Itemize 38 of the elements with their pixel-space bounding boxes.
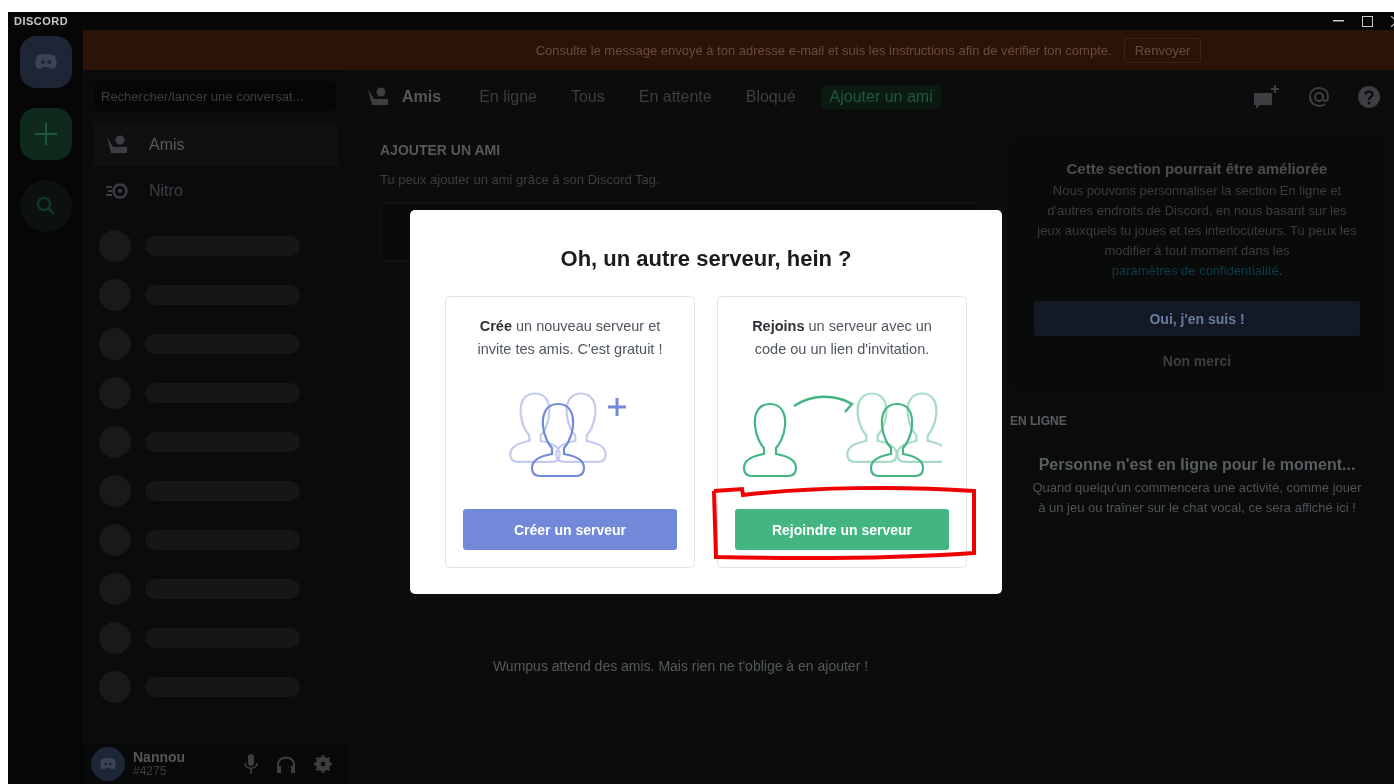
option-description: Rejoins un serveur avec un code ou un lien d'invitation. (751, 317, 933, 359)
user-avatar[interactable] (91, 747, 125, 781)
option-description: Crée un nouveau serveur et invite tes amis. C'est gratuit ! (476, 317, 664, 359)
friends-icon (366, 86, 390, 107)
page-title: Amis (402, 87, 442, 106)
minimize-icon[interactable] (1333, 20, 1344, 22)
search-field[interactable]: Rechercher/lancer une conversat... (95, 81, 336, 111)
plus-icon (34, 123, 57, 145)
home-button[interactable] (19, 36, 72, 88)
friends-icon (105, 135, 129, 155)
create-server-button[interactable]: Créer un serveur (463, 509, 677, 550)
resend-button[interactable]: Renvoyer (1123, 37, 1202, 63)
help-icon[interactable] (1358, 85, 1380, 108)
settings-icon[interactable] (314, 755, 332, 773)
dialog-title: Oh, un autre serveur, hein ? (560, 246, 852, 272)
microphone-icon[interactable] (244, 754, 258, 774)
join-server-button[interactable]: Rejoindre un serveur (735, 509, 949, 550)
card-title: Cette section pourrait être améliorée (1066, 160, 1328, 177)
card-text: Quand quelqu'un commencera une activité, comme jouer à un jeu ou traîner sur le chat vocal, ce sera affiché ici ! (1031, 479, 1363, 517)
tab[interactable]: Ajouter un ami (821, 84, 941, 109)
card-title: Personne n'est en ligne pour le moment... (1038, 456, 1356, 474)
new-group-chat-icon[interactable] (1254, 84, 1280, 109)
user-tag: #4275 (133, 765, 236, 779)
add-server-button[interactable] (19, 108, 72, 160)
section-heading: EN LIGNE (1010, 414, 1068, 428)
empty-state-text: Wumpus attend des amis. Mais rien ne t'oblige à en ajouter ! (491, 658, 870, 674)
privacy-settings-link[interactable]: paramètres de confidentialité (1111, 263, 1279, 278)
sidebar-item[interactable]: Amis (93, 124, 338, 166)
app-logo-text: DISCORD (14, 15, 69, 27)
verification-message: Consulte le message envoyé à ton adresse e-mail et suis les instructions afin de vérifier ton compte. (535, 42, 1112, 58)
section-heading: AJOUTER UN AMI (380, 142, 502, 158)
mention-icon[interactable] (1308, 85, 1330, 108)
nitro-icon (105, 182, 129, 200)
search-icon (35, 196, 56, 216)
username: Nannou (133, 749, 187, 766)
headphones-icon[interactable] (276, 755, 296, 773)
maximize-icon[interactable] (1362, 15, 1373, 27)
accept-button[interactable]: Oui, j'en suis ! (1034, 301, 1360, 336)
